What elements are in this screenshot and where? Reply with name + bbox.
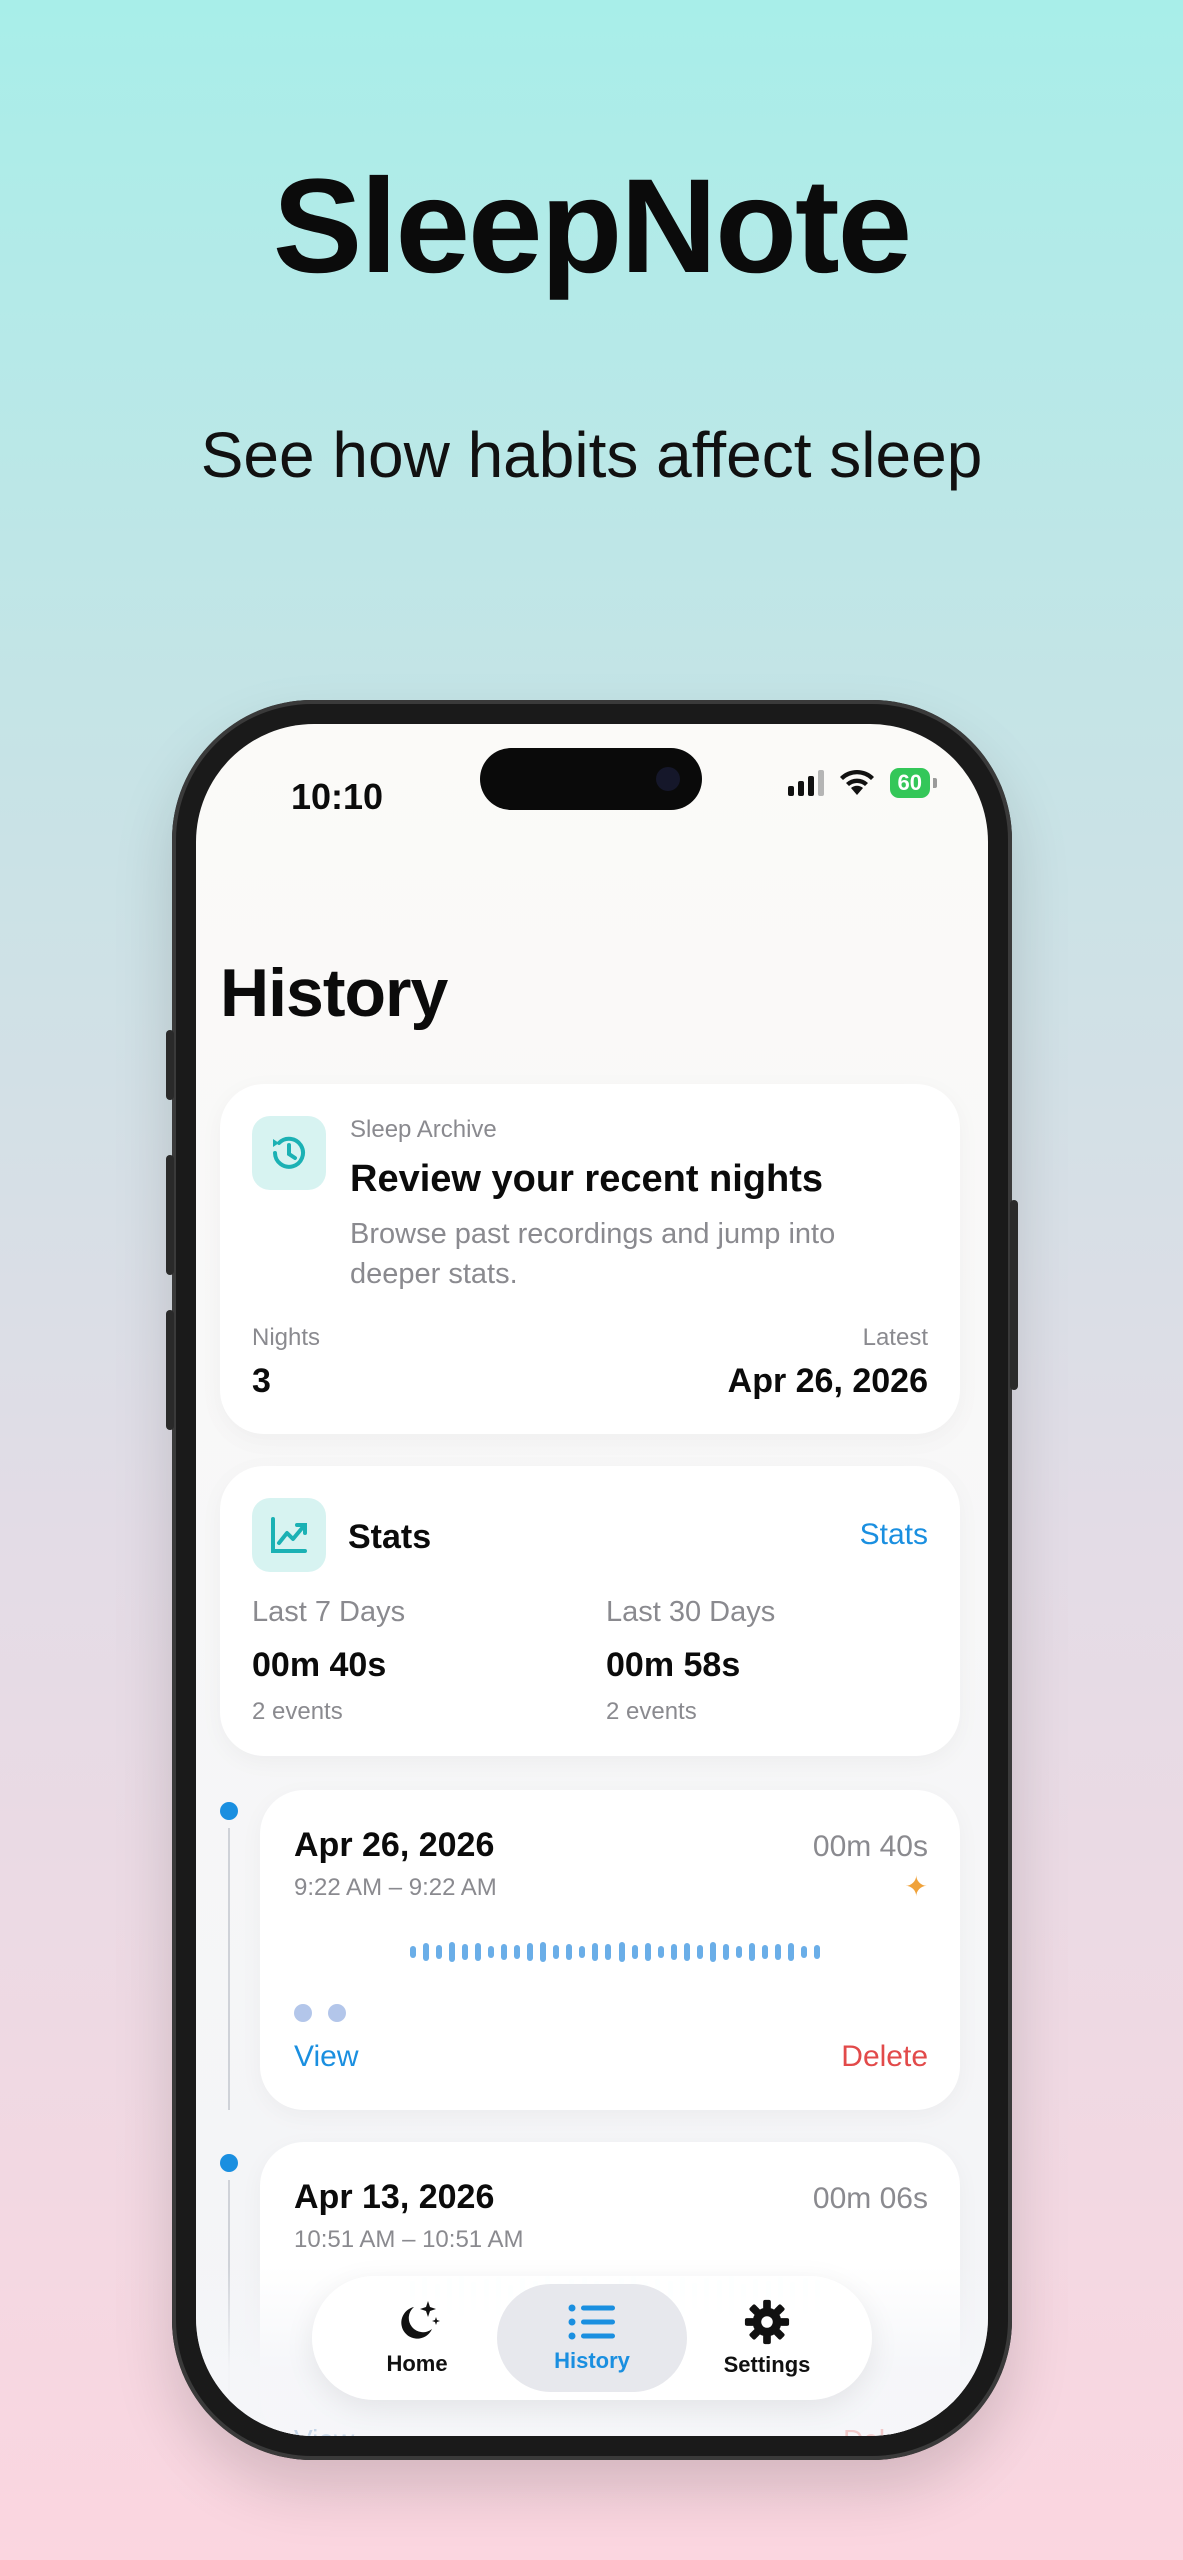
waveform-bar [566,1944,573,1960]
view-button[interactable]: View [294,2040,358,2074]
latest-value: Apr 26, 2026 [727,1362,928,1400]
phone-frame: 10:10 60 History Sleep Archive Review yo… [166,700,1018,2460]
last-7-days-value: 00m 40s [252,1646,387,1684]
timeline-dot [220,2154,238,2172]
waveform-bar [696,1945,703,1959]
timeline-line [228,1828,230,2110]
waveform-bar [553,1945,560,1959]
promo-title: SleepNote [272,152,912,301]
latest-label: Latest [862,1324,928,1351]
history-clock-icon [252,1116,326,1190]
list-icon [568,2304,615,2340]
archive-heading: Review your recent nights [350,1158,824,1200]
night-time-range: 10:51 AM – 10:51 AM [294,2226,524,2253]
waveform-bar [605,1944,612,1960]
sleep-archive-card: Sleep Archive Review your recent nights … [220,1084,960,1434]
battery-icon: 60 [889,768,938,798]
waveform-bar [618,1942,625,1962]
action-button [166,1030,174,1100]
tab-history-label: History [554,2348,630,2373]
tab-settings-label: Settings [723,2352,811,2377]
waveform-bar [592,1943,599,1961]
night-duration: 00m 06s [812,2182,928,2215]
camera-icon [656,767,680,791]
night-card[interactable]: Apr 26, 2026 9:22 AM – 9:22 AM 00m 40s ✦… [260,1790,960,2110]
waveform-bar [735,1946,742,1958]
dynamic-island [480,748,702,810]
tab-home-label: Home [386,2351,448,2376]
waveform-bar [813,1945,820,1959]
moon-stars-icon [401,2301,440,2339]
delete-button[interactable]: Delete [841,2040,928,2074]
archive-description: Browse past recordings and jump into dee… [350,1218,836,1290]
cellular-signal-icon [787,770,824,796]
nights-value: 3 [252,1362,271,1400]
status-indicators: 60 [787,768,938,798]
view-button-faded[interactable]: View [294,2424,354,2436]
waveform-bar [644,1943,651,1961]
waveform-bar [670,1944,677,1960]
promo-subtitle: See how habits affect sleep [200,419,983,491]
waveform-bars [410,1940,820,1964]
archive-eyebrow: Sleep Archive [350,1116,497,1143]
status-time: 10:10 [291,776,384,817]
waveform-bar [579,1946,586,1958]
waveform-bar [787,1943,794,1961]
stats-title: Stats [348,1518,432,1556]
chart-line-icon [252,1498,326,1572]
tab-bar: Home History Settings [312,2276,872,2400]
stats-card: Stats Stats Last 7 Days 00m 40s 2 events… [220,1466,960,1756]
battery-level: 60 [897,770,922,795]
volume-down-button [166,1310,174,1430]
nights-label: Nights [252,1324,321,1351]
waveform-bar [683,1943,690,1961]
night-duration: 00m 40s [812,1830,928,1863]
waveform-bar [631,1945,638,1959]
night-date: Apr 13, 2026 [294,2178,495,2216]
waveform-bar [657,1946,664,1958]
last-7-days-events: 2 events [252,1698,343,1725]
power-button [1010,1200,1018,1390]
waveform-bar [449,1942,456,1962]
sparkle-icon: ✦ [904,1871,928,1902]
delete-button-faded[interactable]: Delete [843,2424,924,2436]
stats-link[interactable]: Stats [860,1518,928,1552]
last-30-days-label: Last 30 Days [606,1596,776,1628]
waveform-bar [462,1944,469,1960]
tab-home[interactable]: Home [322,2284,512,2392]
waveform-bar [475,1943,482,1961]
waveform-bar [423,1943,430,1961]
waveform-bar [774,1944,781,1960]
page-title: History [220,955,448,1031]
gear-icon [744,2299,790,2345]
night-time-range: 9:22 AM – 9:22 AM [294,1874,497,1901]
tab-history[interactable]: History [497,2284,687,2392]
wifi-icon [839,769,874,795]
waveform-bar [800,1946,807,1958]
waveform-bar [761,1945,768,1959]
waveform-bar [709,1942,716,1962]
last-30-days-events: 2 events [606,1698,697,1725]
last-7-days-label: Last 7 Days [252,1596,406,1628]
event-markers [294,2004,346,2022]
waveform-bar [501,1944,508,1960]
waveform-bar [436,1945,443,1959]
waveform-bar [488,1946,495,1958]
timeline-dot [220,1802,238,1820]
waveform-bar [527,1943,534,1961]
phone-screen: 10:10 60 History Sleep Archive Review yo… [196,724,988,2436]
waveform-bar [722,1944,729,1960]
waveform-bar [410,1946,416,1958]
night-date: Apr 26, 2026 [294,1826,495,1864]
tab-settings[interactable]: Settings [672,2284,862,2392]
volume-up-button [166,1155,174,1275]
last-30-days-value: 00m 58s [606,1646,741,1684]
waveform-bar [514,1945,521,1959]
waveform-bar [540,1942,547,1962]
waveform-bar [748,1943,755,1961]
